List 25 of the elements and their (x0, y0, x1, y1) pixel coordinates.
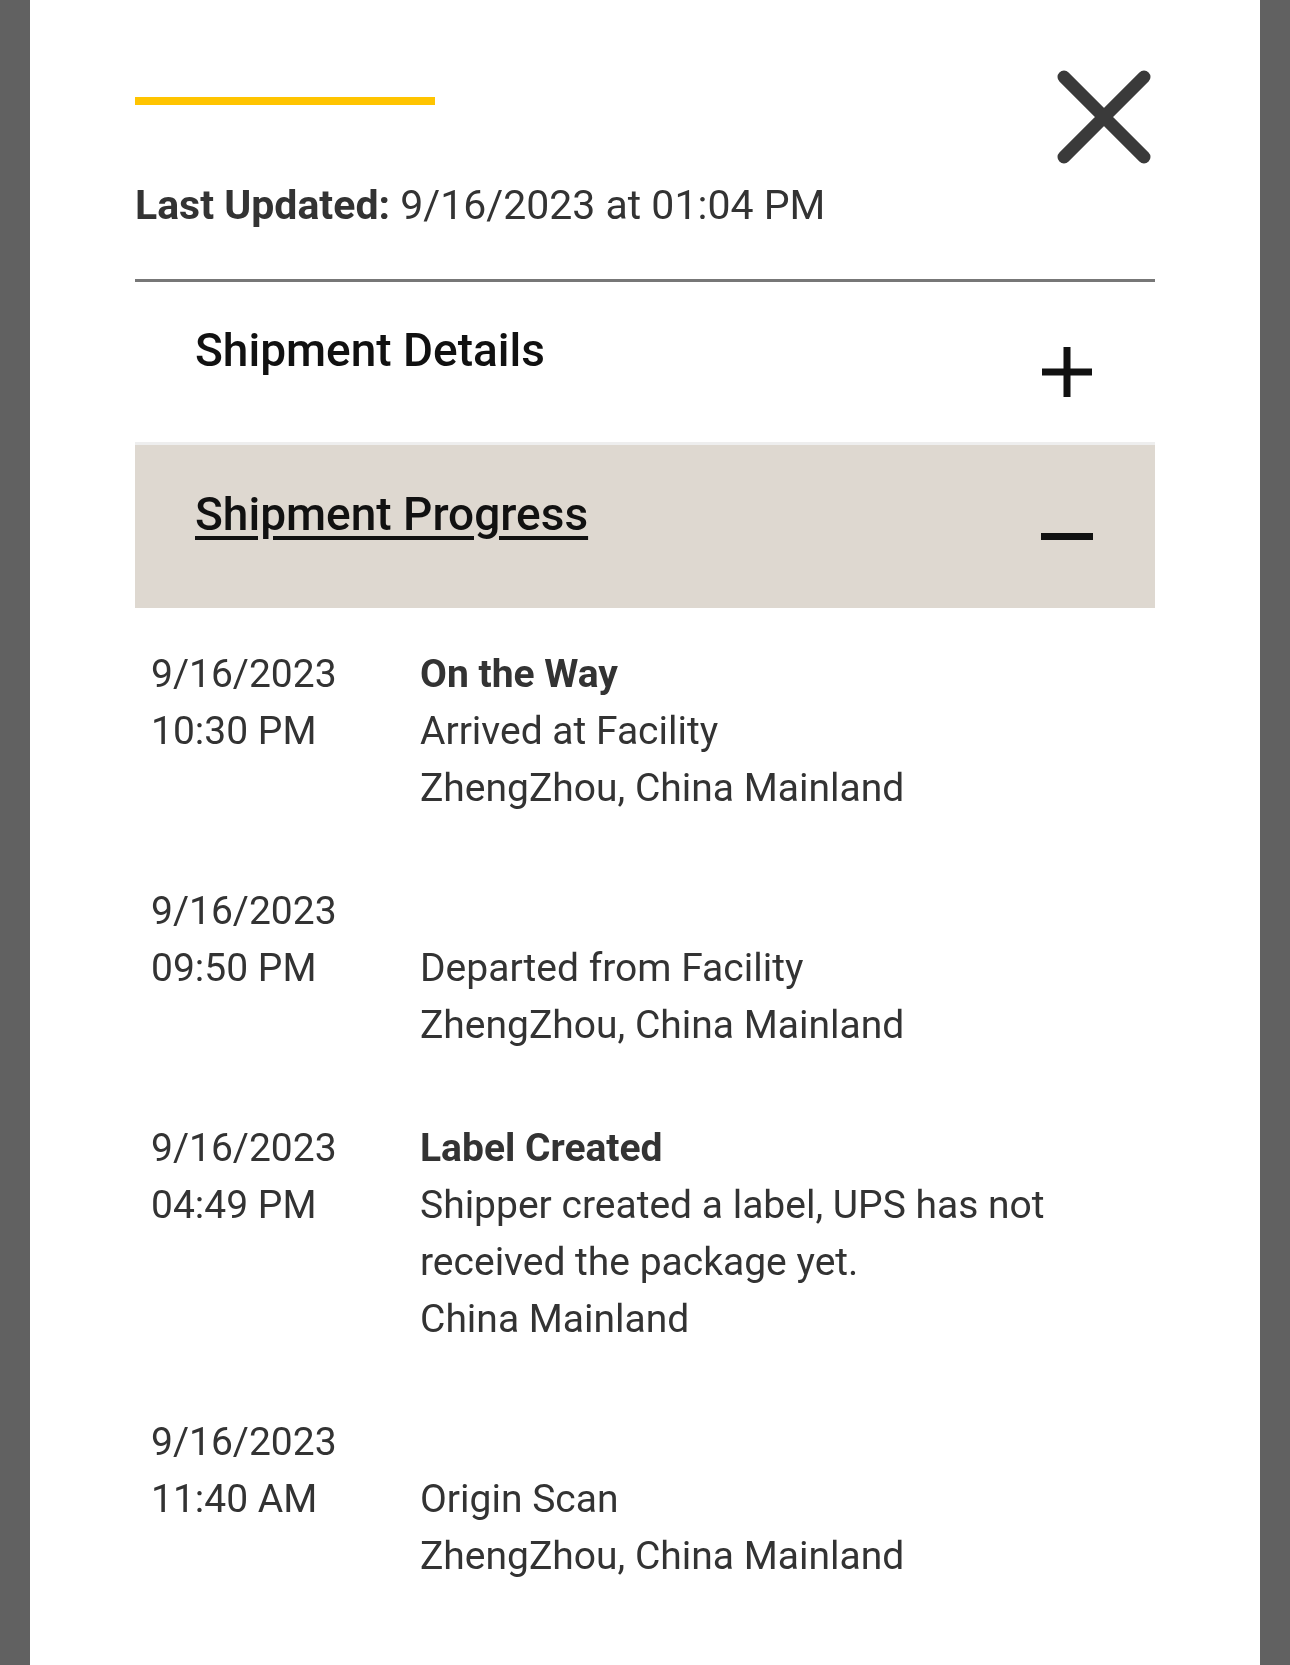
event-location: ZhengZhou, China Mainland (420, 1532, 906, 1581)
event-time: 09:50 PM (151, 944, 318, 993)
event-status: Label Created (420, 1124, 664, 1173)
event-description: Origin Scan (420, 1475, 620, 1524)
accordion-header[interactable]: Shipment Progress (135, 445, 1155, 608)
event-time: 11:40 AM (151, 1475, 319, 1524)
event-date: 9/16/2023 (151, 650, 338, 699)
event-description: Departed from Facility (420, 944, 805, 993)
minus-icon (1041, 533, 1093, 540)
event-description: Arrived at Facility (420, 707, 720, 756)
event-location: China Mainland (420, 1295, 691, 1344)
section-title: Shipment Progress (195, 487, 589, 541)
last-updated-text: Last Updated: 9/16/2023 at 01:04 PM (135, 181, 1155, 282)
event-status: On the Way (420, 650, 619, 699)
plus-icon (1039, 344, 1095, 400)
event-time: 04:49 PM (151, 1181, 318, 1230)
event-location: ZhengZhou, China Mainland (420, 764, 906, 813)
event-description: Shipper created a label, UPS has not received the package yet. (420, 1181, 1046, 1287)
event-date: 9/16/2023 (151, 1124, 338, 1173)
section-title: Shipment Details (195, 322, 545, 377)
event-time: 10:30 PM (151, 707, 318, 756)
event-location: ZhengZhou, China Mainland (420, 1001, 906, 1050)
event-date: 9/16/2023 (151, 887, 338, 936)
event-date: 9/16/2023 (151, 1418, 338, 1467)
close-icon[interactable] (1056, 69, 1152, 165)
